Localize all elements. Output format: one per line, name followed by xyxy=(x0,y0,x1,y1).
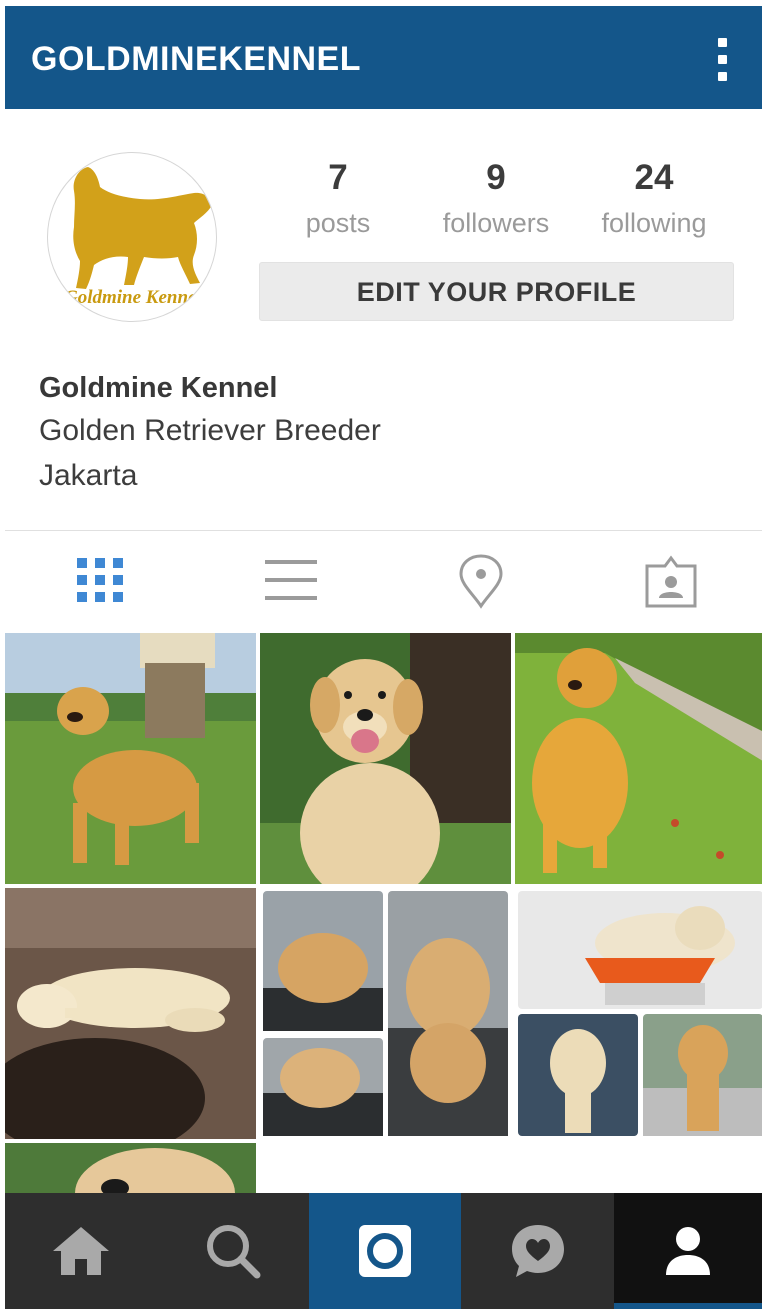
photo-tile[interactable] xyxy=(5,633,256,884)
bio-line-location: Jakarta xyxy=(39,459,138,492)
posts-stat[interactable]: 7 posts xyxy=(263,158,413,238)
photo-puppy-on-scale-icon xyxy=(518,891,762,1136)
followers-count: 9 xyxy=(486,158,506,197)
divider xyxy=(5,530,762,531)
photo-golden-retriever-smiling-icon xyxy=(260,633,511,884)
photo-tile[interactable] xyxy=(260,633,511,884)
photo-grid xyxy=(5,633,762,1193)
top-bar: GOLDMINEKENNEL xyxy=(5,6,762,109)
more-vertical-icon[interactable] xyxy=(712,38,732,82)
tagged-person-icon xyxy=(645,555,697,608)
photo-tile[interactable] xyxy=(5,1143,256,1193)
bottom-navigation xyxy=(5,1193,762,1309)
photo-golden-retriever-close-up-icon xyxy=(5,1143,256,1193)
edit-profile-button[interactable]: EDIT YOUR PROFILE xyxy=(259,262,734,321)
nav-activity[interactable] xyxy=(461,1193,614,1309)
nav-search[interactable] xyxy=(157,1193,309,1309)
profile-bio: Goldmine Kennel Golden Retriever Breeder… xyxy=(39,368,381,498)
photo-puppy-collage-icon xyxy=(263,891,508,1136)
search-icon xyxy=(207,1225,261,1279)
bio-line-description: Golden Retriever Breeder xyxy=(39,414,381,447)
photo-newborn-puppy-icon xyxy=(5,888,256,1139)
activity-heart-icon xyxy=(511,1225,564,1277)
photo-tile[interactable] xyxy=(5,888,256,1139)
camera-icon xyxy=(359,1225,411,1277)
following-stat[interactable]: 24 following xyxy=(579,158,729,238)
avatar-logo-text: Goldmine Kennel xyxy=(64,287,202,308)
active-tab-indicator xyxy=(614,1303,762,1309)
home-icon xyxy=(53,1227,109,1275)
followers-stat[interactable]: 9 followers xyxy=(421,158,571,238)
photo-golden-retriever-sitting-icon xyxy=(515,633,762,884)
nav-camera[interactable] xyxy=(309,1193,461,1309)
username-title: GOLDMINEKENNEL xyxy=(31,40,361,78)
photo-tile[interactable] xyxy=(260,888,511,1139)
tab-tagged[interactable] xyxy=(641,554,701,610)
tab-grid[interactable] xyxy=(75,554,135,610)
nav-profile[interactable] xyxy=(614,1193,762,1309)
followers-label: followers xyxy=(442,208,550,238)
location-pin-icon xyxy=(459,554,503,609)
tab-list[interactable] xyxy=(261,554,321,610)
list-icon xyxy=(265,560,317,600)
app-screen: GOLDMINEKENNEL Goldmine Kennel 7 posts 9… xyxy=(5,6,762,1309)
following-count: 24 xyxy=(634,158,674,197)
nav-home[interactable] xyxy=(5,1193,157,1309)
tab-location[interactable] xyxy=(451,554,511,610)
avatar[interactable]: Goldmine Kennel xyxy=(47,152,217,322)
posts-label: posts xyxy=(305,208,371,238)
photo-tile[interactable] xyxy=(515,633,762,884)
profile-name: Goldmine Kennel xyxy=(39,372,278,404)
photo-golden-retriever-standing-icon xyxy=(5,633,256,884)
grid-icon xyxy=(77,558,123,602)
posts-count: 7 xyxy=(328,158,348,197)
photo-tile[interactable] xyxy=(515,888,762,1139)
profile-icon xyxy=(666,1227,710,1275)
following-label: following xyxy=(601,208,707,238)
